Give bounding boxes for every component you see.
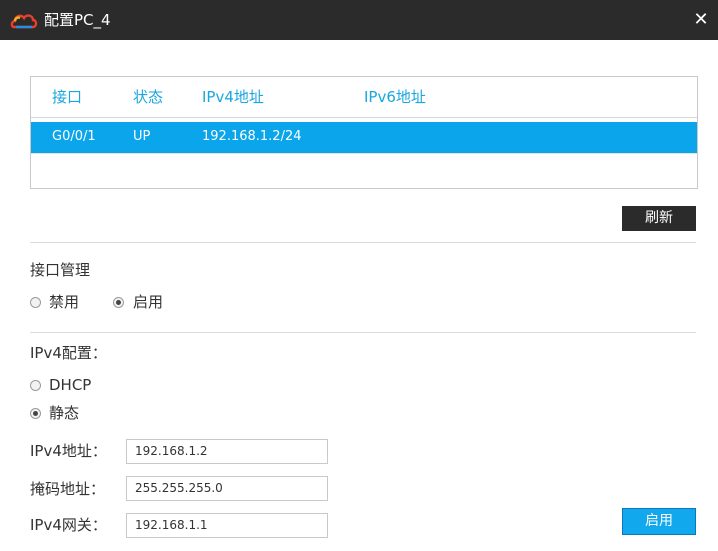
ipv4-address-input[interactable]: 192.168.1.2 bbox=[126, 439, 328, 464]
static-radio[interactable] bbox=[30, 408, 41, 419]
disable-radio[interactable] bbox=[30, 297, 41, 308]
cell-ipv4: 192.168.1.2/24 bbox=[202, 129, 302, 144]
ipv4-config-label: IPv4配置： bbox=[30, 344, 107, 362]
close-icon[interactable]: ✕ bbox=[690, 9, 712, 31]
column-header-status: 状态 bbox=[133, 88, 164, 106]
ipv4-address-label: IPv4地址： bbox=[30, 442, 107, 460]
cell-interface: G0/0/1 bbox=[52, 129, 96, 144]
enable-radio-label: 启用 bbox=[133, 293, 164, 311]
cell-status: UP bbox=[133, 129, 151, 144]
subnet-mask-label: 掩码地址： bbox=[30, 480, 106, 498]
interface-management-label: 接口管理 bbox=[30, 261, 91, 279]
refresh-button[interactable]: 刷新 bbox=[622, 206, 696, 231]
static-radio-label: 静态 bbox=[49, 404, 80, 422]
dhcp-radio[interactable] bbox=[30, 380, 41, 391]
column-header-interface: 接口 bbox=[52, 88, 83, 106]
title-bar: 配置PC_4 ✕ bbox=[0, 0, 718, 40]
gateway-label: IPv4网关： bbox=[30, 516, 107, 534]
column-header-ipv4: IPv4地址 bbox=[202, 88, 264, 106]
dhcp-radio-label: DHCP bbox=[49, 376, 92, 394]
divider bbox=[30, 332, 696, 333]
table-header: 接口 状态 IPv4地址 IPv6地址 bbox=[31, 77, 697, 118]
gateway-input[interactable]: 192.168.1.1 bbox=[126, 513, 328, 538]
table-row[interactable]: G0/0/1 UP 192.168.1.2/24 bbox=[31, 122, 697, 153]
cloud-logo-icon bbox=[10, 14, 38, 29]
divider bbox=[30, 242, 696, 243]
column-header-ipv6: IPv6地址 bbox=[364, 88, 426, 106]
disable-radio-label: 禁用 bbox=[49, 293, 80, 311]
window-title: 配置PC_4 bbox=[44, 11, 111, 29]
enable-radio[interactable] bbox=[113, 297, 124, 308]
interface-table: 接口 状态 IPv4地址 IPv6地址 G0/0/1 UP 192.168.1.… bbox=[30, 76, 698, 189]
apply-button[interactable]: 启用 bbox=[622, 508, 696, 535]
subnet-mask-input[interactable]: 255.255.255.0 bbox=[126, 476, 328, 501]
table-row-empty[interactable] bbox=[31, 153, 697, 188]
